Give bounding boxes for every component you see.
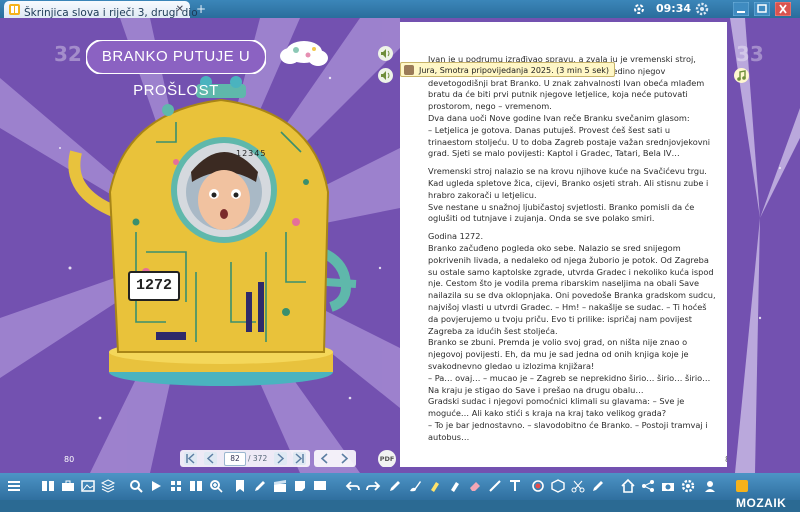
mozaik-book-icon: [9, 4, 20, 15]
thumbnails-icon[interactable]: [168, 478, 184, 494]
scissors-icon[interactable]: [570, 478, 586, 494]
search-icon[interactable]: [128, 478, 144, 494]
undo-icon[interactable]: [345, 478, 361, 494]
slides-icon[interactable]: [312, 478, 328, 494]
pencil-icon[interactable]: [387, 478, 403, 494]
story-text: Ivan je u podrumu izrađivao spravu, a zv…: [428, 54, 716, 444]
eraser-icon[interactable]: [467, 478, 483, 494]
share-icon[interactable]: [640, 478, 656, 494]
gallery-icon[interactable]: [80, 478, 96, 494]
machine-number-plate: 1272: [135, 277, 172, 294]
story-title-badge: BRANKO PUTUJE U PROŠLOST: [86, 40, 266, 99]
marker-icon[interactable]: [447, 478, 463, 494]
brush-icon[interactable]: [407, 478, 423, 494]
3d-icon[interactable]: [550, 478, 566, 494]
restore-icon[interactable]: [754, 2, 770, 16]
tab-close-icon[interactable]: ✕: [176, 1, 184, 18]
story-paragraph: Vremenski stroj nalazio se na krovu njih…: [428, 166, 709, 200]
camera-icon[interactable]: [660, 478, 676, 494]
story-paragraph: Dva dana uoči Nove godine Ivan reče Bran…: [428, 112, 690, 123]
bottom-toolbar: MOZAIK: [0, 473, 800, 510]
story-paragraph: Branko začuđeno pogleda oko sebe. Nalazi…: [428, 242, 716, 336]
page-number-left: 80: [64, 455, 75, 464]
story-paragraph: – Letjelica je gotova. Danas putuješ. Pr…: [428, 124, 711, 159]
zoom-icon[interactable]: [208, 478, 224, 494]
line-tool-icon[interactable]: [487, 478, 503, 494]
sticky-note-icon[interactable]: [292, 478, 308, 494]
left-page: BRANKO PUTUJE U PROŠLOST 1272 12345 80 P…: [46, 22, 399, 467]
page-number-input[interactable]: 82: [224, 452, 246, 466]
pdf-button[interactable]: PDF: [378, 450, 396, 467]
layers-icon[interactable]: [100, 478, 116, 494]
story-title: BRANKO PUTUJE U PROŠLOST: [101, 48, 251, 99]
pen-tool-icon[interactable]: [590, 478, 606, 494]
play-icon[interactable]: [148, 478, 164, 494]
close-icon[interactable]: [775, 2, 791, 16]
new-tab-button[interactable]: +: [196, 0, 206, 18]
time-machine-illustration: [68, 41, 357, 386]
minimize-icon[interactable]: [733, 2, 749, 16]
settings-icon[interactable]: [680, 478, 696, 494]
music-note-icon[interactable]: [734, 68, 749, 83]
video-thumbnail: [404, 65, 414, 75]
story-paragraph: – Pa… ovaj… – mucao je – Zagreb se nepre…: [428, 372, 711, 395]
page-number-right: 81: [725, 455, 727, 464]
next-page-icon[interactable]: [274, 452, 287, 465]
redo-icon[interactable]: [365, 478, 381, 494]
mozaik-logo[interactable]: MOZAIK: [736, 478, 796, 510]
first-page-icon[interactable]: [184, 452, 197, 465]
story-paragraph: Gradski sudac i njegovi pomoćnici klimal…: [428, 396, 685, 419]
gear-icon[interactable]: [695, 2, 709, 16]
media-tooltip: Jura, Smotra pripovijedanja 2025. (3 min…: [400, 62, 616, 77]
menu-icon[interactable]: [6, 478, 22, 494]
highlighter-icon[interactable]: [427, 478, 443, 494]
spread-number-right: 33: [736, 42, 764, 66]
document-tab[interactable]: Škrinjica slova i riječi 3, drugi dio ✕: [4, 1, 198, 19]
pen-icon[interactable]: [252, 478, 268, 494]
account-icon[interactable]: [702, 478, 718, 494]
previous-spread-icon[interactable]: [318, 452, 331, 465]
story-paragraph: Sve nestane u snažnoj ljubičastoj svjetl…: [428, 201, 695, 224]
story-paragraph: Branko se zbuni. Premda je volio svoj gr…: [428, 337, 689, 371]
sync-icon[interactable]: [633, 3, 645, 15]
previous-page-icon[interactable]: [204, 452, 217, 465]
spread-navigator: [314, 450, 356, 467]
book-icon[interactable]: [40, 478, 56, 494]
title-bar: Škrinjica slova i riječi 3, drugi dio ✕ …: [0, 0, 800, 19]
story-paragraph: Godina 1272.: [428, 231, 484, 242]
record-icon[interactable]: [530, 478, 546, 494]
clock: 09:34: [656, 2, 692, 15]
tooltip-text: Jura, Smotra pripovijedanja 2025. (3 min…: [419, 66, 610, 75]
book-viewer: 32 33 BRANKO PUTUJE U PROŠLOST 1272 1234…: [0, 18, 800, 473]
bookmark-icon[interactable]: [232, 478, 248, 494]
toolbox-icon[interactable]: [60, 478, 76, 494]
machine-digits: 12345: [236, 149, 267, 158]
story-paragraph: – To je bar jednostavno. – slavodobitno …: [428, 419, 708, 442]
clapper-icon[interactable]: [272, 478, 288, 494]
speaker-icon[interactable]: [378, 46, 393, 61]
last-page-icon[interactable]: [293, 452, 306, 465]
page-total: / 372: [248, 454, 268, 463]
audio-icon[interactable]: [378, 68, 393, 83]
text-tool-icon[interactable]: [507, 478, 523, 494]
home-icon[interactable]: [620, 478, 636, 494]
cloud-decoration: [280, 41, 328, 66]
right-page: Ivan je u podrumu izrađivao spravu, a zv…: [400, 22, 727, 467]
next-spread-icon[interactable]: [338, 452, 351, 465]
double-page-icon[interactable]: [188, 478, 204, 494]
page-navigator: 82 / 372: [180, 450, 310, 467]
